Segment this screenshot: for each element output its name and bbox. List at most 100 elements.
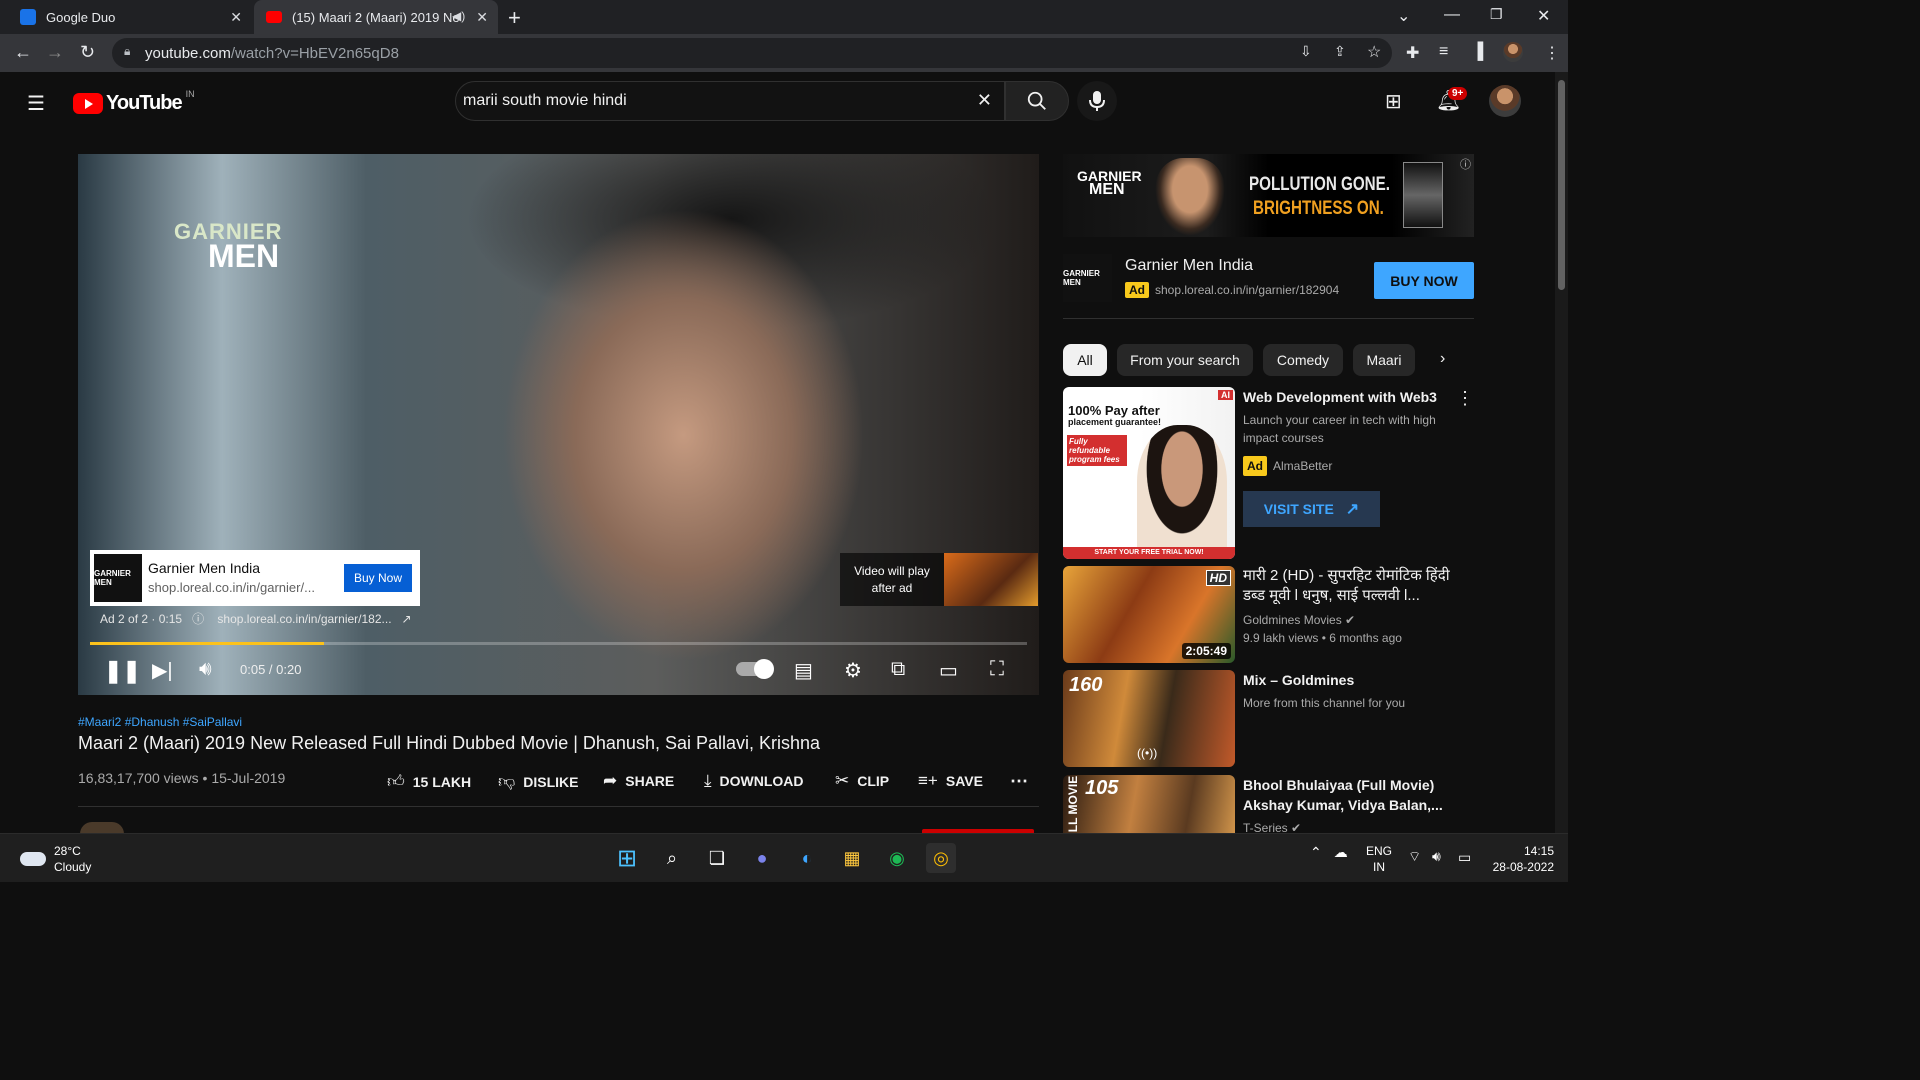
ad-card-name[interactable]: Garnier Men India xyxy=(148,560,260,576)
save-button[interactable]: ≡+ SAVE xyxy=(918,771,983,791)
more-options-icon[interactable]: ⋮ xyxy=(1456,388,1474,409)
video-after-ad-preview[interactable]: Video will play after ad xyxy=(840,553,1038,606)
windows-start-icon[interactable]: ⊞ xyxy=(612,843,642,873)
video-player[interactable]: GARNIER MEN GARNIER MEN Garnier Men Indi… xyxy=(78,154,1039,695)
bookmark-star-icon[interactable]: ☆ xyxy=(1367,42,1381,62)
teams-chat-icon[interactable]: ● xyxy=(747,843,777,873)
install-app-icon[interactable]: ⇩ xyxy=(1300,43,1312,60)
system-clock[interactable]: 14:15 28-08-2022 xyxy=(1488,843,1554,875)
clip-button[interactable]: ✂ CLIP xyxy=(835,771,889,791)
volume-button[interactable]: 🔊︎ xyxy=(199,658,212,681)
pause-button[interactable]: ❚❚ xyxy=(104,658,141,684)
lock-icon[interactable]: 🔒︎ xyxy=(124,44,130,59)
rec-title: मारी 2 (HD) - सुपरहिट रोमांटिक हिंदी डब्… xyxy=(1243,567,1450,604)
minimize-icon[interactable]: — xyxy=(1444,6,1460,24)
search-icon xyxy=(1027,91,1046,110)
profile-avatar[interactable] xyxy=(1503,42,1523,62)
back-icon[interactable]: ← xyxy=(14,42,32,63)
ad-buy-now-button[interactable]: Buy Now xyxy=(344,564,412,592)
forward-icon[interactable]: → xyxy=(46,42,64,63)
spotify-icon[interactable]: ◉ xyxy=(882,843,912,873)
chevron-right-icon[interactable]: › xyxy=(1440,350,1445,368)
onedrive-icon[interactable]: ☁ xyxy=(1334,844,1348,861)
chip-all[interactable]: All xyxy=(1063,344,1107,376)
recommendation-ad[interactable]: 100% Pay after placement guarantee! Full… xyxy=(1063,387,1474,559)
chrome-icon[interactable]: ◎ xyxy=(926,843,956,873)
chip-maari[interactable]: Maari xyxy=(1353,344,1415,376)
side-panel-icon[interactable]: ▐ xyxy=(1472,43,1483,61)
ad-info-link[interactable]: shop.loreal.co.in/in/garnier/182... xyxy=(217,612,391,626)
next-button[interactable]: ▶| xyxy=(152,658,173,683)
clear-search-icon[interactable]: ✕ xyxy=(977,90,992,111)
youtube-logo[interactable]: YouTube IN xyxy=(73,89,195,115)
chevron-up-icon[interactable]: ⌃ xyxy=(1310,844,1322,861)
ad-overlay-card[interactable]: GARNIER MEN Garnier Men India shop.lorea… xyxy=(90,550,420,606)
tab-title: (15) Maari 2 (Maari) 2019 Ne xyxy=(292,9,460,25)
subtitles-icon[interactable]: ▤ xyxy=(794,658,813,683)
ad-info-icon[interactable]: ⓘ xyxy=(1460,156,1471,172)
companion-ad-banner[interactable]: GARNIER MEN POLLUTION GONE. BRIGHTNESS ON… xyxy=(1063,154,1474,237)
create-video-icon[interactable]: ⊞ xyxy=(1385,89,1402,114)
progress-bar[interactable] xyxy=(90,642,1027,645)
close-window-icon[interactable]: ✕ xyxy=(1537,6,1550,26)
page-scrollbar[interactable] xyxy=(1555,72,1568,833)
rec-thumbnail: 100% Pay after placement guarantee! Full… xyxy=(1063,387,1235,559)
banner-headline-1: POLLUTION GONE. xyxy=(1249,174,1391,195)
search-icon[interactable]: ⌕ xyxy=(657,843,687,873)
chip-from-your-search[interactable]: From your search xyxy=(1117,344,1253,376)
scrollbar-thumb[interactable] xyxy=(1558,80,1565,290)
media-control-icon[interactable]: ≡ xyxy=(1439,43,1448,61)
microsoft-store-icon[interactable]: ▦ xyxy=(837,843,867,873)
visit-site-button[interactable]: VISIT SITE ↗ xyxy=(1243,491,1380,527)
banner-product-image xyxy=(1403,162,1443,228)
chrome-menu-icon[interactable]: ⋮ xyxy=(1544,43,1560,63)
external-link-icon[interactable]: ↗ xyxy=(402,612,412,626)
theater-mode-icon[interactable]: ▭ xyxy=(939,658,958,683)
account-avatar[interactable] xyxy=(1489,85,1521,117)
edge-browser-icon[interactable]: ◐ xyxy=(792,843,822,873)
rec-title: Bhool Bhulaiyaa (Full Movie) Akshay Kuma… xyxy=(1243,777,1443,813)
wifi-icon[interactable]: ⌔ xyxy=(1408,848,1421,866)
recommendation-video[interactable]: HD 2:05:49 मारी 2 (HD) - सुपरहिट रोमांटि… xyxy=(1063,566,1474,663)
close-tab-icon[interactable]: ✕ xyxy=(230,9,242,26)
new-tab-button[interactable]: + xyxy=(508,5,521,31)
banner-model-image xyxy=(1155,158,1225,236)
weather-widget[interactable]: 28°C Cloudy xyxy=(20,843,91,875)
settings-gear-icon[interactable]: ⚙ xyxy=(844,658,862,683)
task-view-icon[interactable]: ❏ xyxy=(702,843,732,873)
close-tab-icon[interactable]: ✕ xyxy=(476,9,488,26)
battery-icon[interactable]: ▭ xyxy=(1458,849,1471,866)
share-page-icon[interactable]: ⇪ xyxy=(1334,43,1346,60)
dislike-button[interactable]: 👎︎ DISLIKE xyxy=(498,771,579,792)
tab-youtube[interactable]: (15) Maari 2 (Maari) 2019 Ne ◀) ✕ xyxy=(254,0,498,34)
fullscreen-icon[interactable]: ⛶ xyxy=(990,658,1004,681)
info-icon[interactable]: ⓘ xyxy=(192,612,204,626)
search-button[interactable] xyxy=(1005,81,1069,121)
video-hashtags[interactable]: #Maari2 #Dhanush #SaiPallavi xyxy=(78,715,242,729)
recommendation-mix[interactable]: 160 ((•)) Mix – Goldmines More from this… xyxy=(1063,670,1474,767)
reload-icon[interactable]: ↻ xyxy=(80,42,95,63)
address-bar[interactable]: 🔒︎ youtube.com/watch?v=HbEV2n65qD8 ⇩ ⇪ ☆ xyxy=(112,38,1392,68)
tab-audio-icon[interactable]: ◀) xyxy=(452,9,465,23)
language-indicator[interactable]: ENG IN xyxy=(1366,843,1392,875)
extensions-icon[interactable]: ✚ xyxy=(1406,43,1419,63)
chip-comedy[interactable]: Comedy xyxy=(1263,344,1343,376)
guide-menu-icon[interactable]: ☰ xyxy=(27,91,45,116)
speaker-icon[interactable]: 🔊︎ xyxy=(1432,848,1441,865)
video-after-ad-text: Video will play after ad xyxy=(854,564,930,595)
buy-now-button[interactable]: BUY NOW xyxy=(1374,262,1474,299)
tab-google-duo[interactable]: Google Duo ✕ xyxy=(8,0,252,34)
search-input[interactable]: marii south movie hindi ✕ xyxy=(455,81,1005,121)
ad-card-link[interactable]: shop.loreal.co.in/in/garnier/... xyxy=(148,580,315,595)
restore-icon[interactable]: ❐ xyxy=(1490,6,1503,23)
more-actions-icon[interactable]: ⋯ xyxy=(1010,771,1028,792)
logo-wordmark: YouTube xyxy=(106,92,183,114)
miniplayer-icon[interactable]: ⧉ xyxy=(891,658,905,681)
download-button[interactable]: ⤓ DOWNLOAD xyxy=(704,771,804,791)
recommendation-video[interactable]: LL MOVIE 105 Bhool Bhulaiyaa (Full Movie… xyxy=(1063,775,1474,833)
share-button[interactable]: ➦ SHARE xyxy=(603,771,674,791)
autoplay-toggle[interactable] xyxy=(736,659,774,679)
tab-search-icon[interactable]: ⌄ xyxy=(1397,6,1410,26)
like-button[interactable]: 👍︎ 15 LAKH xyxy=(387,771,471,792)
voice-search-button[interactable] xyxy=(1077,81,1117,121)
